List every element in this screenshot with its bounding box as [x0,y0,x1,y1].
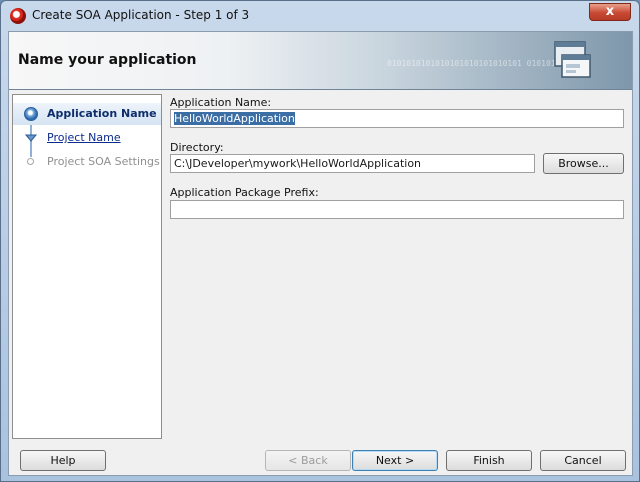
package-prefix-input[interactable] [170,200,624,219]
application-name-input[interactable]: HelloWorldApplication [170,109,624,128]
dialog-body: Name your application 010101010101010101… [8,31,633,476]
finish-button[interactable]: Finish [446,450,532,471]
title-bar[interactable]: Create SOA Application - Step 1 of 3 x [1,1,639,31]
browse-button[interactable]: Browse... [543,153,624,174]
steps-panel: Application Name Project Name Project SO… [12,94,162,439]
application-window-icon [554,41,591,78]
help-button[interactable]: Help [20,450,106,471]
banner-binary-decoration: 0101010101010101010101010101 01010101010 [387,59,580,68]
back-button: < Back [265,450,351,471]
page-title: Name your application [18,52,197,68]
step-label: Project Name [47,131,121,144]
current-step-icon [24,107,38,121]
close-button[interactable]: x [589,3,631,21]
window-title: Create SOA Application - Step 1 of 3 [32,8,250,22]
step-application-name[interactable]: Application Name [13,103,161,125]
next-button[interactable]: Next > [352,450,438,471]
application-name-value: HelloWorldApplication [174,112,295,125]
header-banner: Name your application 010101010101010101… [9,32,632,90]
pending-step-icon [27,158,34,165]
application-name-label: Application Name: [170,96,272,109]
directory-label: Directory: [170,141,224,154]
step-node-icon [25,134,37,142]
directory-input[interactable]: C:\JDeveloper\mywork\HelloWorldApplicati… [170,154,535,173]
step-label: Application Name [47,107,157,120]
button-bar: Help < Back Next > Finish Cancel [9,447,632,475]
dialog-window: Create SOA Application - Step 1 of 3 x N… [0,0,640,482]
step-project-name[interactable]: Project Name [13,127,161,149]
cancel-button[interactable]: Cancel [540,450,626,471]
step-label: Project SOA Settings [47,155,160,168]
oracle-app-icon [10,8,26,24]
package-prefix-label: Application Package Prefix: [170,186,319,199]
step-project-soa-settings: Project SOA Settings [13,151,161,173]
